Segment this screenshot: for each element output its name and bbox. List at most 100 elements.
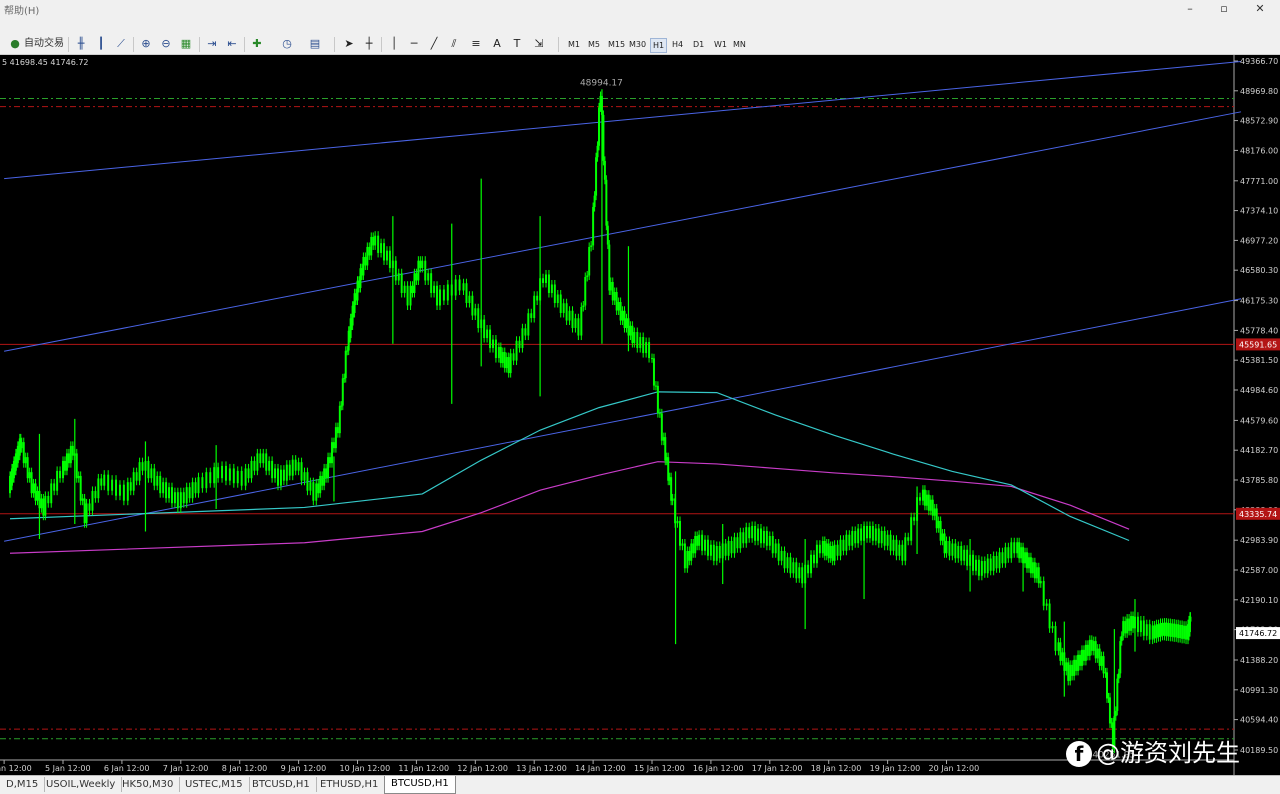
- candle-body: [983, 561, 986, 574]
- autotrade-button[interactable]: 自动交易: [24, 36, 64, 52]
- fibonacci-icon[interactable]: ≡: [469, 37, 483, 51]
- candle-body: [886, 534, 889, 546]
- chart-tab[interactable]: HK50,M30: [116, 777, 181, 792]
- zoom-in-icon[interactable]: ⊕: [139, 37, 153, 51]
- separator: [244, 37, 245, 52]
- timeframe-h1-button[interactable]: H1: [650, 38, 668, 53]
- candle-body: [671, 498, 674, 501]
- candle-body: [533, 295, 536, 319]
- candle-body: [771, 535, 774, 554]
- candle-body: [1045, 603, 1048, 606]
- crosshair-icon[interactable]: ┼: [362, 37, 376, 51]
- timeframe-m15-button[interactable]: M15: [606, 38, 627, 51]
- candle-body: [334, 427, 337, 449]
- zoom-out-icon[interactable]: ⊖: [159, 37, 173, 51]
- bar-chart-icon[interactable]: ╫: [74, 37, 88, 51]
- candle-body: [670, 477, 673, 501]
- text-icon[interactable]: A: [490, 37, 504, 51]
- candle-body: [694, 535, 697, 554]
- tile-windows-icon[interactable]: ▦: [179, 37, 193, 51]
- candle-body: [325, 468, 328, 479]
- timeframe-mn-button[interactable]: MN: [731, 38, 748, 51]
- candle-body: [709, 544, 712, 556]
- timeframe-d1-button[interactable]: D1: [691, 38, 706, 51]
- candle-body: [1157, 624, 1160, 638]
- candle-body: [678, 520, 681, 546]
- minimize-button[interactable]: –: [1174, 0, 1206, 18]
- chart-area[interactable]: 48994.17 40261.95 49366.70 48969.80 48572.90…: [0, 55, 1280, 775]
- chart-tab[interactable]: BTCUSD,H1: [246, 777, 317, 792]
- candle-body: [544, 274, 547, 283]
- candle-body: [276, 468, 279, 486]
- candle-body: [138, 462, 141, 481]
- menu-help[interactable]: 帮助(H): [4, 2, 39, 17]
- candle-body: [173, 492, 176, 504]
- channel-icon[interactable]: ⫽: [447, 37, 461, 51]
- chart-tab[interactable]: USTEC,M15: [179, 777, 250, 792]
- candle-body: [611, 281, 614, 301]
- timeframe-m5-button[interactable]: M5: [586, 38, 602, 51]
- candlestick-icon[interactable]: ┃: [94, 37, 108, 51]
- candle-body: [388, 250, 391, 268]
- vertical-line-icon[interactable]: │: [387, 37, 401, 51]
- horizontal-line-icon[interactable]: ─: [407, 37, 421, 51]
- arrows-icon[interactable]: ⇲: [532, 37, 546, 51]
- timeframe-h4-button[interactable]: H4: [670, 38, 685, 51]
- price-chart[interactable]: 48994.1740261.9549366.7048969.8048572.90…: [0, 55, 1280, 775]
- close-button[interactable]: ✕: [1244, 0, 1276, 18]
- candle-body: [228, 468, 231, 481]
- candle-body: [986, 558, 989, 574]
- candle-body: [188, 487, 191, 499]
- candle-body: [1086, 644, 1089, 656]
- candle-body: [103, 474, 106, 486]
- candle-body: [259, 453, 262, 464]
- candle-body: [372, 236, 375, 246]
- candle-body: [1120, 635, 1123, 642]
- candle-body: [336, 427, 339, 434]
- candle-body: [937, 520, 940, 529]
- candle-body: [595, 157, 598, 196]
- candle-body: [724, 543, 727, 556]
- time-tick-label: 14 Jan 12:00: [575, 764, 626, 773]
- candle-body: [1117, 673, 1120, 679]
- autotrade-icon[interactable]: ●: [8, 37, 22, 51]
- candle-body: [810, 554, 813, 574]
- candle-body: [141, 462, 144, 471]
- candle-body: [701, 534, 704, 551]
- chart-tab[interactable]: BTCUSD,H1: [384, 776, 456, 794]
- indicators-icon[interactable]: ✚: [250, 37, 264, 51]
- timeframe-w1-button[interactable]: W1: [712, 38, 729, 51]
- timeframe-m30-button[interactable]: M30: [627, 38, 648, 51]
- candle-body: [427, 273, 430, 281]
- price-tick-label: 48176.00: [1240, 146, 1278, 155]
- timeframe-m1-button[interactable]: M1: [566, 38, 582, 51]
- periods-icon[interactable]: ◷: [280, 37, 294, 51]
- candle-body: [30, 472, 33, 494]
- restore-button[interactable]: ▫: [1208, 0, 1240, 18]
- candle-body: [1153, 625, 1156, 639]
- chart-tab[interactable]: USOIL,Weekly: [40, 777, 123, 792]
- candle-body: [1169, 623, 1172, 637]
- candle-body: [588, 246, 591, 276]
- chart-tab[interactable]: ETHUSD,H1: [314, 777, 386, 792]
- candle-body: [839, 539, 842, 556]
- autoscroll-icon[interactable]: ⇥: [205, 37, 219, 51]
- candle-body: [256, 453, 259, 471]
- price-tick-label: 44579.60: [1240, 416, 1278, 425]
- cursor-icon[interactable]: ➤: [342, 37, 356, 51]
- templates-icon[interactable]: ▤: [308, 37, 322, 51]
- candle-body: [818, 544, 821, 554]
- time-tick-label: 16 Jan 12:00: [693, 764, 744, 773]
- line-chart-icon[interactable]: ⟋: [114, 37, 128, 51]
- chart-tab[interactable]: D,M15: [0, 777, 46, 792]
- text-label-icon[interactable]: T: [510, 37, 524, 51]
- candle-body: [786, 557, 789, 569]
- candle-body: [559, 294, 562, 314]
- candle-body: [629, 325, 632, 336]
- candle-body: [613, 291, 616, 301]
- watermark-text: @游资刘先生: [1096, 739, 1240, 767]
- trendline-icon[interactable]: ╱: [427, 37, 441, 51]
- candle-body: [411, 285, 414, 293]
- candle-body: [44, 495, 47, 516]
- chart-shift-icon[interactable]: ⇤: [225, 37, 239, 51]
